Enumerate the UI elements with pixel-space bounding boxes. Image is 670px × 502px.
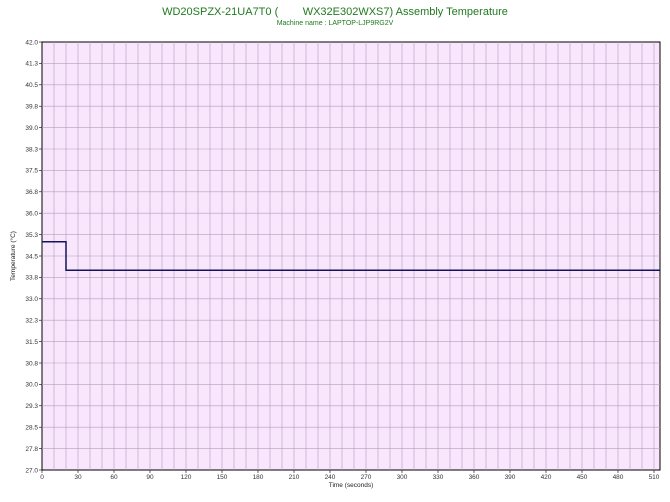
y-tick-label: 28.5: [25, 425, 38, 432]
y-axis-ticks: 42.0 41.3 40.5 39.8 39.0 38.3 37.5 36.8 36.0 35.3…: [25, 39, 42, 474]
y-tick-label: 34.5: [25, 253, 38, 260]
x-tick-label: 60: [110, 474, 118, 481]
y-tick-label: 42.0: [25, 39, 38, 46]
x-tick-label: 180: [253, 474, 264, 481]
x-axis-label: Time (seconds): [329, 482, 374, 489]
x-axis-ticks: 0 30 60 90 120 150 180 210 240 270 300 330 360 390 420…: [40, 470, 660, 481]
x-tick-label: 210: [289, 474, 300, 481]
y-tick-label: 39.8: [25, 104, 38, 111]
y-axis-label: Temperature (°C): [9, 231, 17, 281]
x-tick-label: 360: [469, 474, 480, 481]
y-tick-label: 31.5: [25, 339, 38, 346]
y-tick-label: 38.3: [25, 146, 38, 153]
x-tick-label: 510: [649, 474, 660, 481]
x-tick-label: 480: [613, 474, 624, 481]
y-tick-label: 36.8: [25, 189, 38, 196]
y-tick-label: 27.0: [25, 467, 38, 474]
y-tick-label: 39.0: [25, 125, 38, 132]
x-tick-label: 120: [181, 474, 192, 481]
x-tick-label: 270: [361, 474, 372, 481]
x-tick-label: 390: [505, 474, 516, 481]
temperature-chart: 42.0 41.3 40.5 39.8 39.0 38.3 37.5 36.8 36.0 35.3…: [9, 39, 661, 489]
y-tick-label: 37.5: [25, 168, 38, 175]
y-tick-label: 41.3: [25, 61, 38, 68]
y-tick-label: 33.0: [25, 296, 38, 303]
x-tick-label: 450: [577, 474, 588, 481]
x-tick-label: 0: [40, 474, 44, 481]
y-tick-label: 30.0: [25, 382, 38, 389]
y-tick-label: 35.3: [25, 232, 38, 239]
x-tick-label: 90: [146, 474, 154, 481]
x-tick-label: 330: [433, 474, 444, 481]
y-tick-label: 40.5: [25, 82, 38, 89]
y-tick-label: 29.3: [25, 403, 38, 410]
x-tick-label: 240: [325, 474, 336, 481]
y-tick-label: 27.8: [25, 446, 38, 453]
y-tick-label: 30.8: [25, 360, 38, 367]
x-tick-label: 420: [541, 474, 552, 481]
x-tick-label: 150: [217, 474, 228, 481]
grid-lines: [42, 42, 660, 470]
y-tick-label: 36.0: [25, 211, 38, 218]
x-tick-label: 30: [74, 474, 82, 481]
x-tick-label: 300: [397, 474, 408, 481]
y-tick-label: 32.3: [25, 318, 38, 325]
y-tick-label: 33.8: [25, 275, 38, 282]
